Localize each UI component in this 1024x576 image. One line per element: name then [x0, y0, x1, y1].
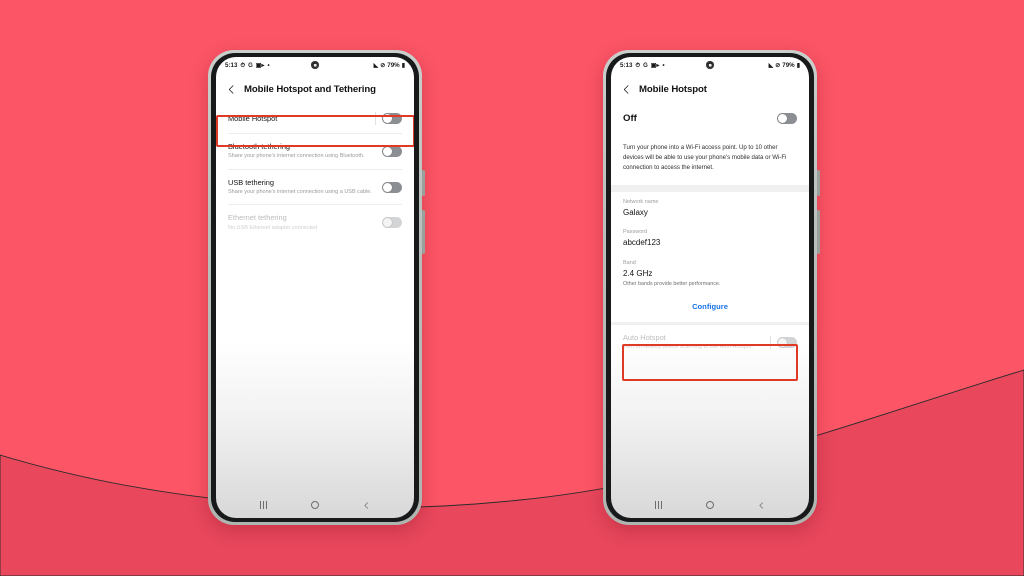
front-camera-punchhole: [311, 61, 319, 69]
row-mobile-hotspot[interactable]: Mobile Hotspot: [216, 104, 414, 133]
tethering-list: Mobile Hotspot Bluetooth tethering Share…: [216, 104, 414, 241]
mute-icon: ⊘: [775, 62, 781, 69]
row-ethernet-tethering: Ethernet tethering No USB Ethernet adapt…: [216, 205, 414, 240]
field-label: Band: [623, 259, 636, 266]
row-title: USB tethering: [228, 177, 275, 187]
nav-bar-left: [216, 492, 414, 518]
back-icon[interactable]: [758, 501, 765, 509]
ethernet-tethering-toggle: [382, 217, 402, 229]
home-icon[interactable]: [705, 500, 715, 510]
row-bluetooth-tethering[interactable]: Bluetooth tethering Share your phone's i…: [216, 134, 414, 169]
status-time: 5:13: [225, 62, 238, 69]
recents-icon[interactable]: [654, 501, 662, 509]
row-title: Mobile Hotspot: [228, 113, 278, 123]
field-value: 2.4 GHz: [623, 268, 653, 278]
section-gap: [611, 184, 809, 192]
volume-button[interactable]: [817, 210, 820, 254]
field-password[interactable]: Password abcdef123: [611, 222, 809, 253]
app-header-right: Mobile Hotspot: [611, 74, 809, 104]
alarm-icon: ⏱: [635, 62, 641, 69]
row-subtitle: Turn on Nearby device scanning to use Au…: [623, 344, 754, 351]
field-value: abcdef123: [623, 238, 661, 248]
power-button[interactable]: [422, 170, 425, 196]
battery-icon: ▮: [401, 62, 405, 69]
divider: [770, 336, 771, 350]
usb-tethering-toggle[interactable]: [382, 181, 402, 193]
battery-percent: 79%: [387, 62, 400, 69]
mute-icon: ⊘: [380, 62, 386, 69]
front-camera-punchhole: [706, 61, 714, 69]
alarm-icon: ⏱: [240, 62, 246, 69]
row-hotspot-master[interactable]: Off: [611, 104, 809, 134]
dot-icon: •: [267, 62, 270, 69]
app-header-left: Mobile Hotspot and Tethering: [216, 74, 414, 104]
field-label: Network name: [623, 198, 659, 205]
row-subtitle: Share your phone's internet connection u…: [228, 188, 372, 195]
screen-left: 5:13 ⏱ G ▣▸ • ◣ ⊘ 79% ▮ Mobile Hotspot a…: [216, 57, 414, 518]
camera-icon: ▣▸: [255, 62, 265, 69]
hotspot-master-toggle[interactable]: [777, 113, 797, 124]
screen-right: 5:13 ⏱ G ▣▸ • ◣ ⊘ 79% ▮ Mobile Hotspot O…: [611, 57, 809, 518]
back-icon[interactable]: [363, 501, 370, 509]
g-icon: G: [248, 62, 253, 69]
status-time: 5:13: [620, 62, 633, 69]
row-auto-hotspot: Auto Hotspot Turn on Nearby device scann…: [611, 325, 809, 360]
page-title: Mobile Hotspot and Tethering: [244, 84, 376, 95]
volume-button[interactable]: [422, 210, 425, 254]
divider: [375, 112, 376, 125]
field-band[interactable]: Band 2.4 GHz Other bands provide better …: [611, 253, 809, 293]
phone-right: 5:13 ⏱ G ▣▸ • ◣ ⊘ 79% ▮ Mobile Hotspot O…: [603, 50, 820, 525]
field-label: Password: [623, 229, 648, 236]
dot-icon: •: [662, 62, 665, 69]
hotspot-master-card: Off: [611, 104, 809, 134]
row-title: Auto Hotspot: [623, 333, 666, 343]
row-subtitle: No USB Ethernet adapter connected: [228, 224, 318, 231]
row-usb-tethering[interactable]: USB tethering Share your phone's interne…: [216, 170, 414, 205]
power-button[interactable]: [817, 170, 820, 196]
phone-left: 5:13 ⏱ G ▣▸ • ◣ ⊘ 79% ▮ Mobile Hotspot a…: [208, 50, 425, 525]
status-bar-left: 5:13 ⏱ G ▣▸ • ◣ ⊘ 79% ▮: [216, 57, 414, 74]
battery-percent: 79%: [782, 62, 795, 69]
nav-bar-right: [611, 492, 809, 518]
bluetooth-tethering-toggle[interactable]: [382, 145, 402, 157]
home-icon[interactable]: [310, 500, 320, 510]
wifi-icon: ◣: [768, 62, 774, 69]
battery-icon: ▮: [796, 62, 800, 69]
g-icon: G: [643, 62, 648, 69]
row-subtitle: Share your phone's internet connection u…: [228, 153, 365, 160]
wifi-icon: ◣: [373, 62, 379, 69]
page-title: Mobile Hotspot: [639, 84, 707, 95]
field-note: Other bands provide better performance.: [623, 281, 721, 288]
recents-icon[interactable]: [259, 501, 267, 509]
back-chevron-icon[interactable]: [622, 85, 631, 94]
back-chevron-icon[interactable]: [227, 85, 236, 94]
configure-button[interactable]: Configure: [611, 292, 809, 322]
hotspot-state-label: Off: [623, 113, 637, 124]
hotspot-description: Turn your phone into a Wi-Fi access poin…: [623, 144, 787, 171]
mobile-hotspot-toggle[interactable]: [382, 113, 402, 124]
field-network-name[interactable]: Network name Galaxy: [611, 192, 809, 223]
background-wave: [0, 0, 1024, 576]
auto-hotspot-toggle: [777, 337, 797, 349]
row-title: Ethernet tethering: [228, 213, 287, 223]
camera-icon: ▣▸: [650, 62, 660, 69]
field-value: Galaxy: [623, 207, 648, 217]
row-title: Bluetooth tethering: [228, 142, 291, 151]
status-bar-right: 5:13 ⏱ G ▣▸ • ◣ ⊘ 79% ▮: [611, 57, 809, 74]
